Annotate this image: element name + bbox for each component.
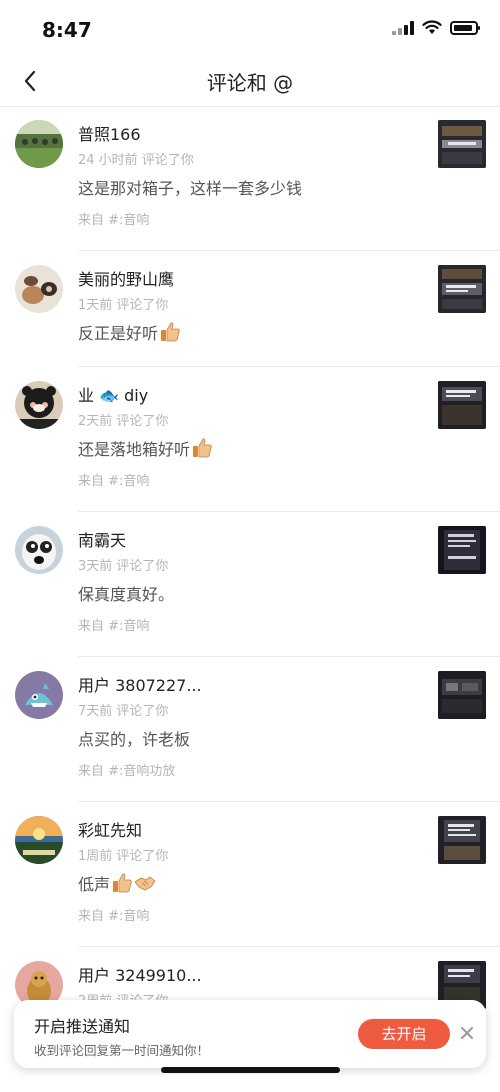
username[interactable]: 普照166: [78, 121, 141, 145]
avatar[interactable]: [15, 265, 63, 313]
status-time: 8:47: [42, 18, 92, 42]
home-indicator: [161, 1067, 340, 1073]
post-thumbnail[interactable]: [438, 671, 486, 719]
comment-item[interactable]: 普照166 24 小时前 评论了你 这是那对箱子，这样一套多少钱 来自 #:音响: [0, 106, 500, 251]
avatar[interactable]: [15, 120, 63, 168]
status-icons: [392, 20, 480, 35]
comment-text-body: 低声: [78, 875, 111, 894]
comment-item[interactable]: 彩虹先知 1周前 评论了你 低声 来自 #:音响: [0, 802, 500, 947]
comment-text-body: 这是那对箱子，这样一套多少钱: [78, 179, 303, 198]
comment-text: 低声: [78, 871, 156, 895]
enable-notifications-button[interactable]: 去开启: [358, 1019, 450, 1049]
comment-meta: 1周前 评论了你: [78, 849, 169, 864]
comment-source[interactable]: 来自 #:音响: [78, 905, 149, 924]
comment-meta: 2天前 评论了你: [78, 414, 169, 429]
comment-meta: 1天前 评论了你: [78, 298, 169, 313]
avatar[interactable]: [15, 381, 63, 429]
post-thumbnail[interactable]: [438, 381, 486, 429]
comment-text-body: 保真度真好。: [78, 585, 175, 604]
username[interactable]: 彩虹先知: [78, 817, 142, 841]
username[interactable]: 美丽的野山鹰: [78, 266, 174, 290]
post-thumbnail[interactable]: [438, 120, 486, 168]
comment-source[interactable]: 来自 #:音响: [78, 209, 149, 228]
comment-text-body: 点买的，许老板: [78, 730, 191, 749]
thumbs-up-icon: [113, 873, 132, 893]
comment-item[interactable]: 美丽的野山鹰 1天前 评论了你 反正是好听: [0, 251, 500, 367]
comment-text-body: 反正是好听: [78, 324, 159, 343]
comment-item[interactable]: 用户 3807227... 7天前 评论了你 点买的，许老板 来自 #:音响功放: [0, 657, 500, 802]
comment-text: 这是那对箱子，这样一套多少钱: [78, 175, 302, 199]
signal-icon: [392, 20, 414, 35]
comment-text: 点买的，许老板: [78, 726, 190, 750]
comment-text-body: 还是落地箱好听: [78, 440, 191, 459]
handshake-icon: [134, 876, 156, 891]
thumbs-up-icon: [193, 438, 212, 458]
notification-title: 开启推送通知: [34, 1017, 131, 1036]
comment-source[interactable]: 来自 #:音响: [78, 615, 149, 634]
comment-text: 保真度真好。: [78, 581, 174, 605]
comment-text: 反正是好听: [78, 320, 181, 344]
page-title: 评论和 @: [206, 71, 294, 95]
comment-source[interactable]: 来自 #:音响功放: [78, 760, 175, 779]
wifi-icon: [422, 20, 442, 34]
username[interactable]: 南霸天: [78, 527, 126, 551]
status-bar: 8:47: [0, 0, 500, 56]
username[interactable]: 用户 3249910...: [78, 962, 202, 986]
comment-item[interactable]: 南霸天 3天前 评论了你 保真度真好。 来自 #:音响: [0, 512, 500, 657]
comment-text: 还是落地箱好听: [78, 436, 213, 460]
notification-subtitle: 收到评论回复第一时间通知你！: [34, 1043, 210, 1058]
battery-icon: [450, 20, 480, 35]
username[interactable]: 用户 3807227...: [78, 672, 202, 696]
avatar[interactable]: [15, 671, 63, 719]
thumbs-up-icon: [161, 322, 180, 342]
post-thumbnail[interactable]: [438, 265, 486, 313]
push-notification-banner: 开启推送通知 收到评论回复第一时间通知你！ 去开启: [14, 1000, 486, 1068]
comment-source[interactable]: 来自 #:音响: [78, 470, 149, 489]
comment-list: 普照166 24 小时前 评论了你 这是那对箱子，这样一套多少钱 来自 #:音响…: [0, 106, 500, 1092]
comment-meta: 3天前 评论了你: [78, 559, 169, 574]
comment-meta: 24 小时前 评论了你: [78, 153, 194, 168]
username[interactable]: 业 🐟 diy: [78, 382, 148, 406]
avatar[interactable]: [15, 526, 63, 574]
post-thumbnail[interactable]: [438, 816, 486, 864]
post-thumbnail[interactable]: [438, 526, 486, 574]
close-icon[interactable]: [456, 1022, 478, 1044]
comment-item[interactable]: 业 🐟 diy 2天前 评论了你 还是落地箱好听 来自 #:音响: [0, 367, 500, 512]
nav-bar: 评论和 @: [0, 56, 500, 107]
avatar[interactable]: [15, 816, 63, 864]
comment-meta: 7天前 评论了你: [78, 704, 169, 719]
